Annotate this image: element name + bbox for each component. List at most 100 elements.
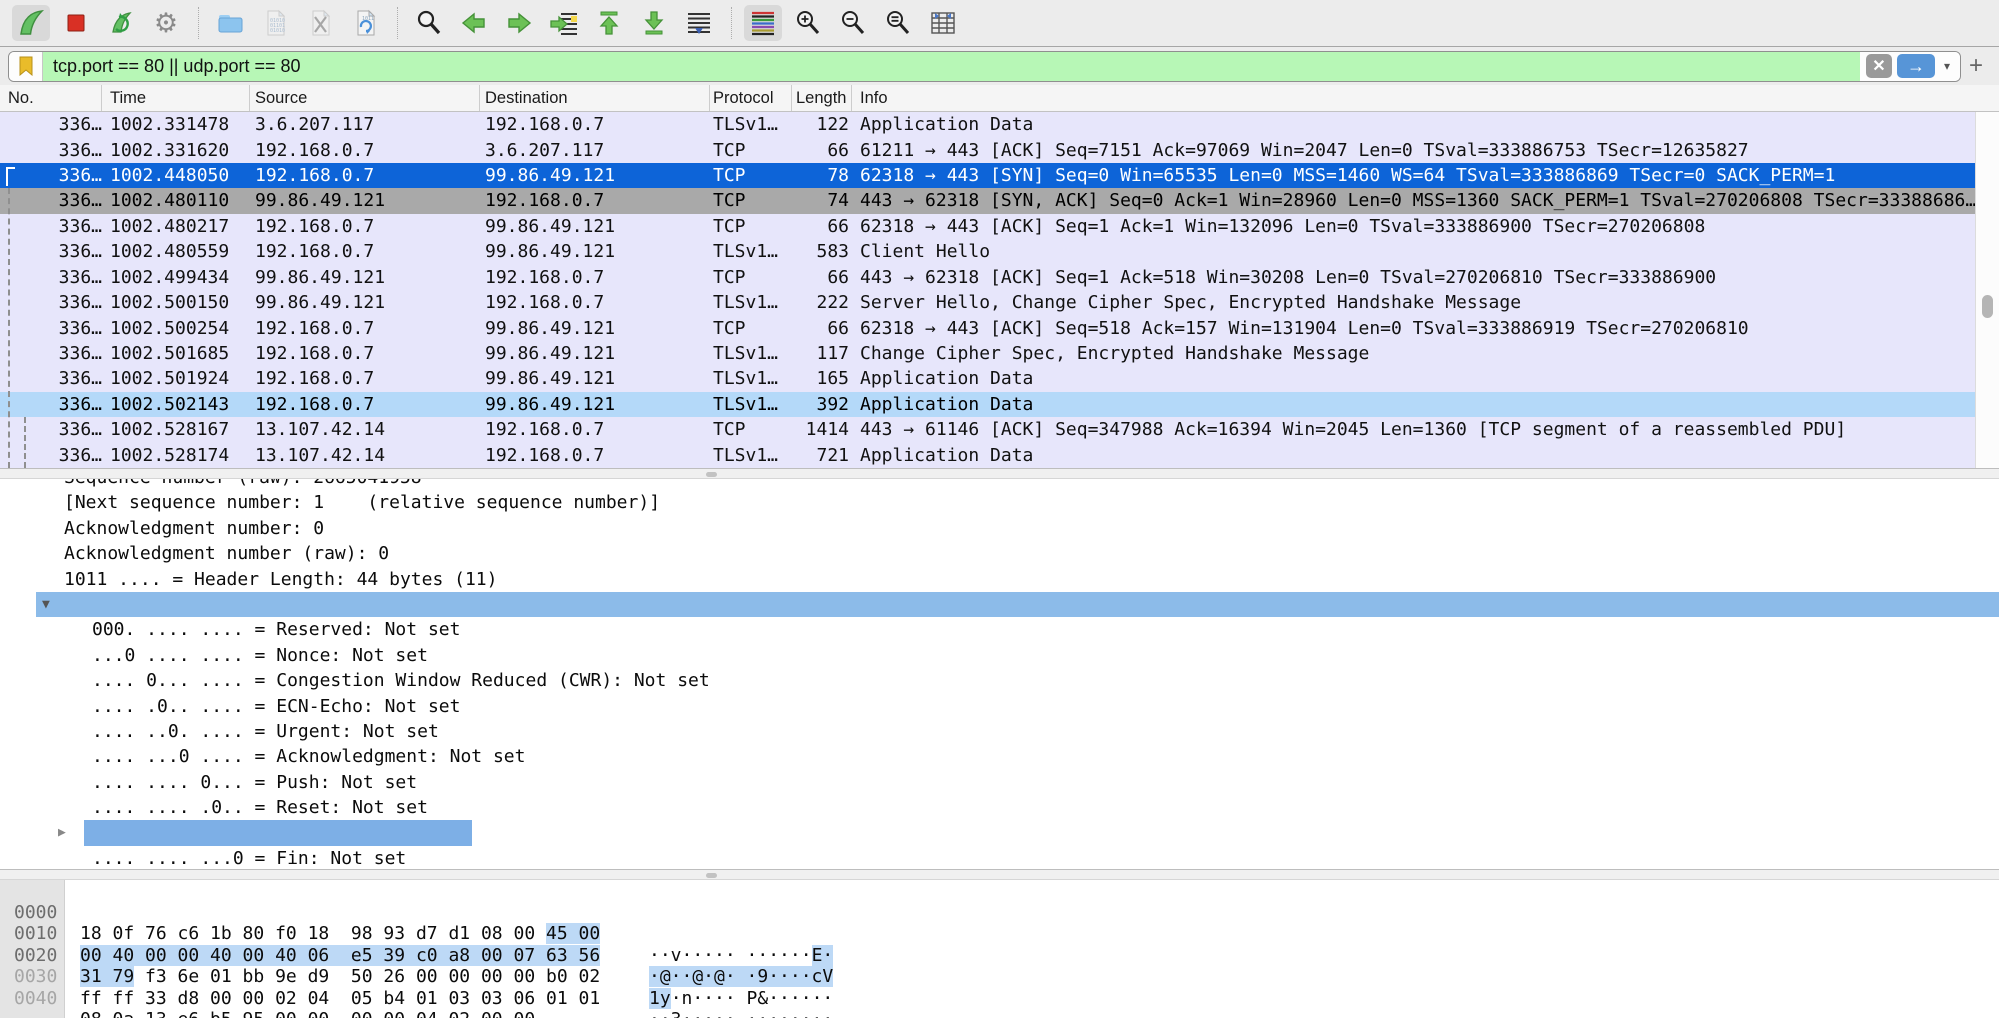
- scrollbar-thumb[interactable]: [1982, 295, 1993, 318]
- splitter-handle-icon[interactable]: [706, 873, 717, 878]
- cell-info: 61211 → 443 [ACK] Seq=7151 Ack=97069 Win…: [852, 137, 1975, 162]
- zoom-out-icon: [838, 8, 868, 38]
- zoom-normal-icon: [883, 8, 913, 38]
- close-file-button[interactable]: [301, 5, 339, 41]
- expander-right-icon[interactable]: ▶: [58, 820, 66, 845]
- cell-protocol: TCP: [710, 188, 792, 213]
- zoom-in-button[interactable]: [789, 5, 827, 41]
- cell-destination: 192.168.0.7: [480, 265, 710, 290]
- toolbar-separator: [731, 7, 732, 39]
- cell-length: 165: [792, 366, 852, 391]
- restart-capture-button[interactable]: [102, 5, 140, 41]
- detail-line[interactable]: .... .... ...0 = Fin: Not set: [0, 846, 1999, 869]
- save-file-button[interactable]: 010100110101010: [256, 5, 294, 41]
- go-to-packet-button[interactable]: [545, 5, 583, 41]
- resize-columns-button[interactable]: [924, 5, 962, 41]
- cell-protocol: TLSv1…: [710, 442, 792, 467]
- packet-row[interactable]: 336…1002.501685192.168.0.799.86.49.121TL…: [0, 341, 1975, 366]
- packet-row[interactable]: 336…1002.500254192.168.0.799.86.49.121TC…: [0, 315, 1975, 340]
- capture-options-button[interactable]: ⚙: [147, 5, 185, 41]
- auto-scroll-button[interactable]: [680, 5, 718, 41]
- cell-no: 336…: [0, 163, 102, 188]
- hex-row[interactable]: 0030 ff ff 33 d8 00 00 02 04 05 b4 01 03…: [0, 945, 1999, 967]
- detail-line[interactable]: Acknowledgment number: 0: [0, 516, 1999, 541]
- reload-file-button[interactable]: 1011: [346, 5, 384, 41]
- detail-line-flags-selected[interactable]: ▼ Flags: 0x002 (SYN): [0, 592, 1999, 617]
- column-header-source[interactable]: Source: [250, 85, 480, 111]
- pane-splitter[interactable]: [0, 869, 1999, 880]
- filter-bookmark-button[interactable]: [9, 52, 43, 81]
- hex-row[interactable]: 0040 08 0a 13 e6 b5 95 00 00 00 00 04 02…: [0, 966, 1999, 988]
- column-header-no[interactable]: No.: [0, 85, 102, 111]
- splitter-handle-icon[interactable]: [706, 472, 717, 477]
- stop-capture-button[interactable]: [57, 5, 95, 41]
- packet-row[interactable]: 336…1002.448050192.168.0.799.86.49.121TC…: [0, 163, 1975, 188]
- cell-time: 1002.501685: [102, 341, 250, 366]
- pane-splitter[interactable]: [0, 468, 1999, 479]
- start-capture-button[interactable]: [12, 5, 50, 41]
- go-to-top-button[interactable]: [590, 5, 628, 41]
- cell-protocol: TLSv1…: [710, 290, 792, 315]
- detail-line[interactable]: .... .... 0... = Push: Not set: [0, 770, 1999, 795]
- cell-length: 117: [792, 341, 852, 366]
- cell-protocol: TLSv1…: [710, 239, 792, 264]
- packet-row[interactable]: 336…1002.501924192.168.0.799.86.49.121TL…: [0, 366, 1975, 391]
- zoom-normal-button[interactable]: [879, 5, 917, 41]
- detail-line[interactable]: ...0 .... .... = Nonce: Not set: [0, 643, 1999, 668]
- hex-row[interactable]: 0010 00 40 00 00 40 00 40 06 e5 39 c0 a8…: [0, 902, 1999, 924]
- filter-dropdown-caret[interactable]: ▾: [1940, 59, 1954, 73]
- cell-no: 336…: [0, 137, 102, 162]
- detail-line[interactable]: Acknowledgment number (raw): 0: [0, 541, 1999, 566]
- detail-line[interactable]: .... .0.. .... = ECN-Echo: Not set: [0, 694, 1999, 719]
- detail-line-syn-highlighted[interactable]: ▶ .... .... ..1. = Syn: Set: [0, 820, 1999, 845]
- display-filter-field[interactable]: tcp.port == 80 || udp.port == 80 ✕ → ▾: [8, 51, 1961, 82]
- cell-destination: 192.168.0.7: [480, 112, 710, 137]
- zoom-out-button[interactable]: [834, 5, 872, 41]
- expander-down-icon[interactable]: ▼: [42, 592, 50, 617]
- packet-list-scrollbar[interactable]: [1975, 112, 1999, 468]
- detail-line[interactable]: [Next sequence number: 1 (relative seque…: [0, 490, 1999, 515]
- column-header-time[interactable]: Time: [102, 85, 250, 111]
- cell-info: Application Data: [852, 366, 1975, 391]
- detail-line[interactable]: Sequence number (raw): 2665041958: [0, 479, 1999, 490]
- filter-apply-button[interactable]: →: [1897, 54, 1935, 78]
- display-filter-input[interactable]: tcp.port == 80 || udp.port == 80: [43, 52, 1860, 81]
- packet-row[interactable]: 336…1002.331620192.168.0.73.6.207.117TCP…: [0, 137, 1975, 162]
- column-header-length[interactable]: Length: [792, 85, 852, 111]
- hex-row[interactable]: 0000 18 0f 76 c6 1b 80 f0 18 98 93 d7 d1…: [0, 880, 1999, 902]
- packet-row[interactable]: 336…1002.48011099.86.49.121192.168.0.7TC…: [0, 188, 1975, 213]
- go-to-bottom-button[interactable]: [635, 5, 673, 41]
- cell-length: 721: [792, 442, 852, 467]
- packet-row[interactable]: 336…1002.480217192.168.0.799.86.49.121TC…: [0, 214, 1975, 239]
- colorize-packets-button[interactable]: [744, 5, 782, 41]
- cell-time: 1002.528174: [102, 442, 250, 467]
- hex-row[interactable]: 0020 31 79 f3 6e 01 bb 9e d9 50 26 00 00…: [0, 923, 1999, 945]
- cell-length: 1414: [792, 417, 852, 442]
- detail-line[interactable]: .... ...0 .... = Acknowledgment: Not set: [0, 744, 1999, 769]
- filter-add-button[interactable]: +: [1961, 54, 1991, 78]
- packet-row[interactable]: 336…1002.52817413.107.42.14192.168.0.7TL…: [0, 442, 1975, 467]
- packet-row[interactable]: 336…1002.3314783.6.207.117192.168.0.7TLS…: [0, 112, 1975, 137]
- packet-row[interactable]: 336…1002.49943499.86.49.121192.168.0.7TC…: [0, 265, 1975, 290]
- column-header-protocol[interactable]: Protocol: [710, 85, 792, 111]
- packet-details-pane: Sequence number (raw): 2665041958 [Next …: [0, 479, 1999, 869]
- detail-line[interactable]: .... 0... .... = Congestion Window Reduc…: [0, 668, 1999, 693]
- find-packet-button[interactable]: [410, 5, 448, 41]
- filter-clear-button[interactable]: ✕: [1866, 54, 1892, 78]
- open-file-button[interactable]: [211, 5, 249, 41]
- packet-row[interactable]: 336…1002.50015099.86.49.121192.168.0.7TL…: [0, 290, 1975, 315]
- cell-time: 1002.502143: [102, 392, 250, 417]
- column-header-destination[interactable]: Destination: [480, 85, 710, 111]
- detail-line[interactable]: 000. .... .... = Reserved: Not set: [0, 617, 1999, 642]
- detail-line[interactable]: .... ..0. .... = Urgent: Not set: [0, 719, 1999, 744]
- go-forward-button[interactable]: [500, 5, 538, 41]
- detail-line[interactable]: .... .... .0.. = Reset: Not set: [0, 795, 1999, 820]
- column-header-info[interactable]: Info: [852, 85, 1999, 111]
- packet-row[interactable]: 336…1002.502143192.168.0.799.86.49.121TL…: [0, 392, 1975, 417]
- packet-row[interactable]: 336…1002.480559192.168.0.799.86.49.121TL…: [0, 239, 1975, 264]
- cell-protocol: TCP: [710, 137, 792, 162]
- detail-line[interactable]: 1011 .... = Header Length: 44 bytes (11): [0, 567, 1999, 592]
- go-back-button[interactable]: [455, 5, 493, 41]
- cell-no: 336…: [0, 392, 102, 417]
- packet-row[interactable]: 336…1002.52816713.107.42.14192.168.0.7TC…: [0, 417, 1975, 442]
